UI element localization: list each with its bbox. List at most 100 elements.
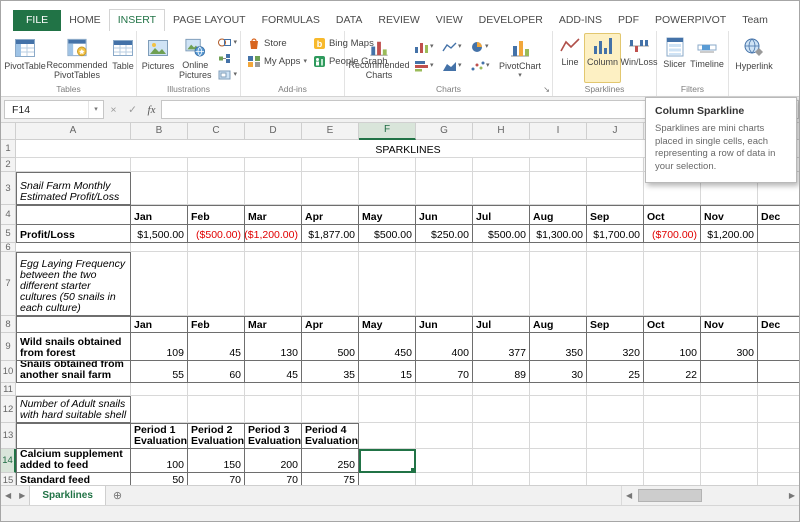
cell-C9[interactable]: 45: [188, 333, 245, 361]
cell-A6[interactable]: [16, 243, 131, 252]
column-header-C[interactable]: C: [188, 123, 245, 140]
name-box[interactable]: F14 ▾: [4, 100, 104, 119]
cell-B3[interactable]: [131, 172, 188, 205]
cell-K8[interactable]: Oct: [644, 316, 701, 333]
cell-C11[interactable]: [188, 383, 245, 396]
cell-J5[interactable]: $1,700.00: [587, 225, 644, 243]
row-header-5[interactable]: 5: [1, 225, 16, 243]
cell-A7[interactable]: Egg Laying Frequency between the two dif…: [16, 252, 131, 316]
cell-A8[interactable]: [16, 316, 131, 333]
screenshot-button[interactable]: ▾: [215, 68, 241, 81]
cell-L7[interactable]: [701, 252, 758, 316]
cell-H10[interactable]: 89: [473, 361, 530, 383]
cell-G12[interactable]: [416, 396, 473, 423]
smartart-button[interactable]: [215, 52, 241, 65]
cell-M4[interactable]: Dec: [758, 205, 799, 225]
cell-D2[interactable]: [245, 158, 302, 172]
my-apps-button[interactable]: My Apps ▾: [244, 54, 310, 69]
cell-A2[interactable]: [16, 158, 131, 172]
cell-A13[interactable]: [16, 423, 131, 449]
ribbon-tab-pdf[interactable]: PDF: [610, 10, 647, 31]
cell-C6[interactable]: [188, 243, 245, 252]
row-header-10[interactable]: 10: [1, 361, 16, 383]
cell-H7[interactable]: [473, 252, 530, 316]
cell-G2[interactable]: [416, 158, 473, 172]
cell-D5[interactable]: ($1,200.00): [245, 225, 302, 243]
cell-L13[interactable]: [701, 423, 758, 449]
cell-B11[interactable]: [131, 383, 188, 396]
pivotchart-button[interactable]: PivotChart ▾: [496, 33, 544, 83]
cell-D7[interactable]: [245, 252, 302, 316]
cell-D10[interactable]: 45: [245, 361, 302, 383]
cell-H4[interactable]: Jul: [473, 205, 530, 225]
row-header-1[interactable]: 1: [1, 140, 16, 158]
column-header-D[interactable]: D: [245, 123, 302, 140]
cell-L10[interactable]: [701, 361, 758, 383]
cell-A10[interactable]: Snails obtained from another snail farm: [16, 361, 131, 383]
ribbon-tab-insert[interactable]: INSERT: [108, 9, 166, 32]
cell-E8[interactable]: Apr: [302, 316, 359, 333]
row-header-11[interactable]: 11: [1, 383, 16, 396]
cell-K5[interactable]: ($700.00): [644, 225, 701, 243]
insert-scatter-chart-button[interactable]: ▾: [468, 57, 494, 74]
cell-J6[interactable]: [587, 243, 644, 252]
cell-E12[interactable]: [302, 396, 359, 423]
ribbon-tab-powerpivot[interactable]: POWERPIVOT: [647, 10, 734, 31]
pictures-button[interactable]: Pictures: [140, 33, 176, 83]
winloss-sparkline-button[interactable]: Win/Loss: [621, 33, 658, 83]
cell-F3[interactable]: [359, 172, 416, 205]
cell-I11[interactable]: [530, 383, 587, 396]
online-pictures-button[interactable]: Online Pictures: [176, 33, 215, 83]
cell-G4[interactable]: Jun: [416, 205, 473, 225]
row-header-12[interactable]: 12: [1, 396, 16, 423]
cell-K9[interactable]: 100: [644, 333, 701, 361]
cell-C5[interactable]: ($500.00): [188, 225, 245, 243]
row-header-4[interactable]: 4: [1, 205, 16, 225]
cell-D12[interactable]: [245, 396, 302, 423]
column-sparkline-button[interactable]: Column: [584, 33, 622, 83]
cell-D11[interactable]: [245, 383, 302, 396]
cell-A12[interactable]: Number of Adult snails with hard suitabl…: [16, 396, 131, 423]
cell-I14[interactable]: [530, 449, 587, 473]
row-header-3[interactable]: 3: [1, 172, 16, 205]
cell-C10[interactable]: 60: [188, 361, 245, 383]
cell-E14[interactable]: 250: [302, 449, 359, 473]
cell-B9[interactable]: 109: [131, 333, 188, 361]
cell-K6[interactable]: [644, 243, 701, 252]
ribbon-tab-data[interactable]: DATA: [328, 10, 370, 31]
cell-A14[interactable]: Calcium supplement added to feed: [16, 449, 131, 473]
cell-E10[interactable]: 35: [302, 361, 359, 383]
line-sparkline-button[interactable]: Line: [556, 33, 584, 83]
cell-M5[interactable]: [758, 225, 799, 243]
cell-L6[interactable]: [701, 243, 758, 252]
cell-I5[interactable]: $1,300.00: [530, 225, 587, 243]
cell-J12[interactable]: [587, 396, 644, 423]
row-header-15[interactable]: 15: [1, 473, 16, 485]
select-all-corner[interactable]: [1, 123, 16, 140]
cell-H3[interactable]: [473, 172, 530, 205]
cell-J11[interactable]: [587, 383, 644, 396]
column-header-I[interactable]: I: [530, 123, 587, 140]
cell-A3[interactable]: Snail Farm Monthly Estimated Profit/Loss: [16, 172, 131, 205]
sheet-nav-left-icon[interactable]: ◀: [1, 491, 15, 500]
cell-B14[interactable]: 100: [131, 449, 188, 473]
cell-I10[interactable]: 30: [530, 361, 587, 383]
cell-H2[interactable]: [473, 158, 530, 172]
cell-K10[interactable]: 22: [644, 361, 701, 383]
cell-C12[interactable]: [188, 396, 245, 423]
cell-E4[interactable]: Apr: [302, 205, 359, 225]
row-header-13[interactable]: 13: [1, 423, 16, 449]
cell-M14[interactable]: [758, 449, 799, 473]
horizontal-scrollbar[interactable]: ◀ ▶: [621, 486, 799, 505]
cell-H6[interactable]: [473, 243, 530, 252]
cell-K14[interactable]: [644, 449, 701, 473]
recommended-charts-button[interactable]: Recommended Charts: [348, 33, 410, 83]
cell-F9[interactable]: 450: [359, 333, 416, 361]
cell-G7[interactable]: [416, 252, 473, 316]
cell-G3[interactable]: [416, 172, 473, 205]
name-box-dropdown-icon[interactable]: ▾: [88, 101, 103, 118]
new-sheet-button[interactable]: ⊕: [106, 489, 129, 502]
cell-E15[interactable]: 75: [302, 473, 359, 485]
ribbon-tab-review[interactable]: REVIEW: [370, 10, 427, 31]
cell-B5[interactable]: $1,500.00: [131, 225, 188, 243]
